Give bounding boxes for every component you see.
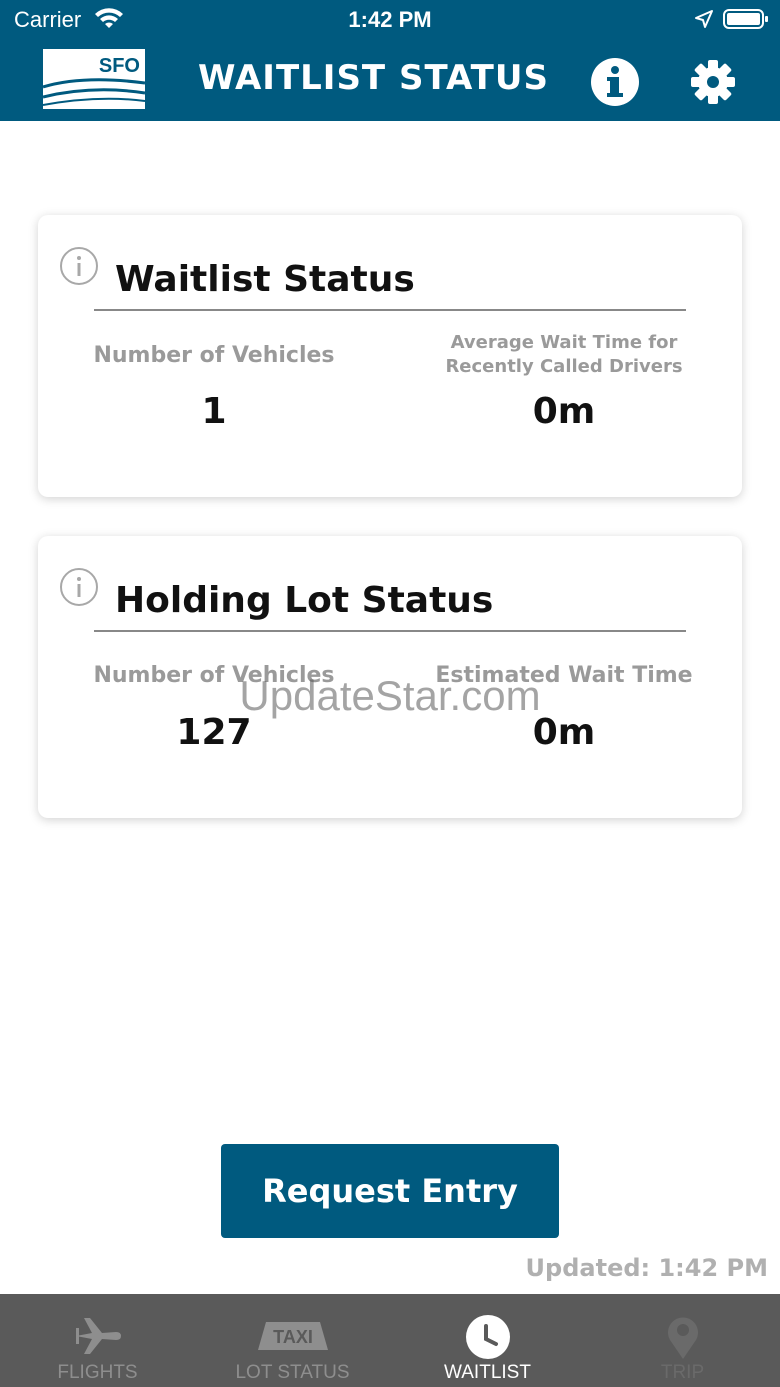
- card-title: Holding Lot Status: [115, 580, 494, 621]
- card-title: Waitlist Status: [115, 259, 415, 300]
- avg-wait-value: 0m: [532, 391, 596, 432]
- updated-timestamp: Updated: 1:42 PM: [525, 1254, 768, 1282]
- location-arrow-icon: [695, 10, 713, 28]
- card-divider: [94, 630, 686, 632]
- estimated-wait-label: Estimated Wait Time: [435, 663, 693, 688]
- card-divider: [94, 309, 686, 311]
- airplane-icon: [75, 1318, 121, 1354]
- tab-label: LOT STATUS: [235, 1362, 350, 1383]
- status-time: 1:42 PM: [348, 7, 432, 32]
- info-icon[interactable]: [59, 246, 99, 286]
- logo-text: SFO: [98, 55, 140, 77]
- estimated-wait-value: 0m: [532, 712, 596, 753]
- taxi-icon-text: TAXI: [273, 1327, 313, 1347]
- tab-label: FLIGHTS: [57, 1362, 138, 1383]
- battery-icon: [723, 9, 768, 29]
- vehicles-count: 127: [176, 712, 252, 753]
- tab-label: TRIP: [660, 1362, 705, 1383]
- vehicles-label: Number of Vehicles: [93, 663, 335, 688]
- clock-icon: [465, 1315, 510, 1359]
- info-button[interactable]: [590, 57, 640, 107]
- tab-flights[interactable]: FLIGHTS: [0, 1294, 195, 1387]
- waitlist-status-card: Waitlist Status Number of Vehicles Avera…: [38, 215, 742, 497]
- request-entry-button[interactable]: Request Entry: [221, 1144, 559, 1238]
- tab-label: WAITLIST: [444, 1362, 531, 1383]
- vehicles-count: 1: [201, 391, 227, 432]
- tab-waitlist[interactable]: WAITLIST: [390, 1294, 585, 1387]
- info-icon[interactable]: [59, 567, 99, 607]
- tab-lot-status[interactable]: TAXI LOT STATUS: [195, 1294, 390, 1387]
- holding-lot-status-card: Holding Lot Status Number of Vehicles Es…: [38, 536, 742, 818]
- taxi-icon: TAXI: [257, 1322, 328, 1350]
- vehicles-label: Number of Vehicles: [93, 343, 335, 368]
- page-title: WAITLIST STATUS: [198, 58, 549, 98]
- sfo-logo: SFO: [43, 49, 145, 109]
- tab-trip[interactable]: TRIP: [585, 1294, 780, 1387]
- gear-icon[interactable]: [688, 57, 738, 107]
- app-header: Carrier 1:42 PM SFO WAITLIST STATUS: [0, 0, 780, 121]
- status-bar: Carrier 1:42 PM: [0, 0, 780, 40]
- tab-bar: FLIGHTS TAXI LOT STATUS WAITLIST TRIP: [0, 1294, 780, 1387]
- avg-wait-label-line2: Recently Called Drivers: [445, 356, 683, 377]
- avg-wait-label: Average Wait Time for Recently Called Dr…: [414, 331, 714, 379]
- map-pin-icon: [667, 1317, 698, 1359]
- avg-wait-label-line1: Average Wait Time for: [450, 332, 678, 353]
